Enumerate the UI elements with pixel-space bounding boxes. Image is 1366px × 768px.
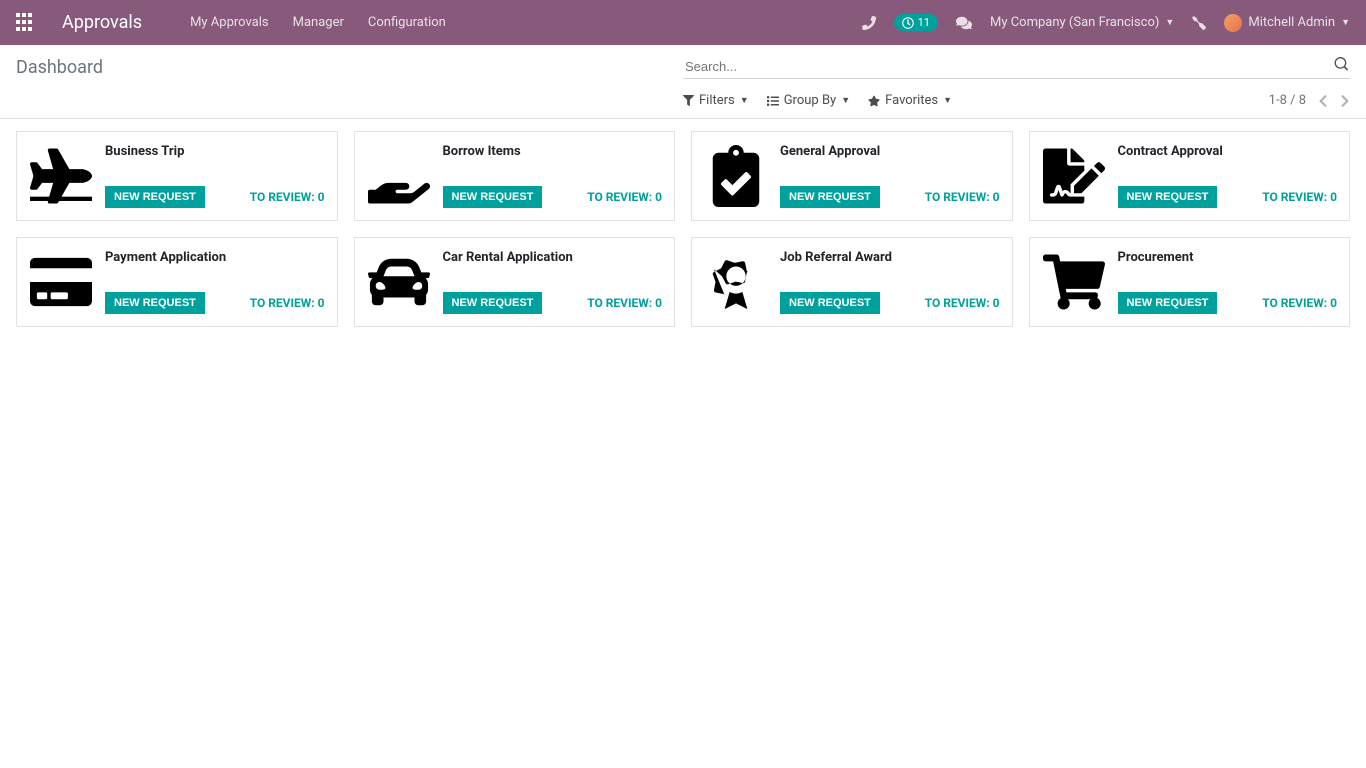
credit-card-icon xyxy=(29,250,93,314)
card-body: Business Trip New Request TO REVIEW: 0 xyxy=(105,144,325,208)
filters-label: Filters xyxy=(699,93,735,108)
card-title: General Approval xyxy=(780,144,1000,159)
filters-button[interactable]: Filters ▼ xyxy=(683,93,749,108)
card-body: Borrow Items New Request TO REVIEW: 0 xyxy=(443,144,663,208)
wrench-icon[interactable] xyxy=(1192,16,1206,30)
control-panel: Dashboard Filters ▼ Group By ▼ xyxy=(0,45,1366,119)
award-icon xyxy=(704,250,768,314)
breadcrumb: Dashboard xyxy=(16,57,683,78)
nav-right: 11 My Company (San Francisco) ▼ Mitchell… xyxy=(862,14,1350,32)
search-input[interactable] xyxy=(683,55,1350,79)
approval-card[interactable]: Car Rental Application New Request TO RE… xyxy=(354,237,676,327)
approval-card[interactable]: Payment Application New Request TO REVIE… xyxy=(16,237,338,327)
new-request-button[interactable]: New Request xyxy=(1118,186,1218,208)
new-request-button[interactable]: New Request xyxy=(780,292,880,314)
clock-icon xyxy=(902,17,914,29)
nav-manager[interactable]: Manager xyxy=(293,15,344,30)
kanban-view: Business Trip New Request TO REVIEW: 0 B… xyxy=(0,119,1366,339)
pager: 1-8 / 8 xyxy=(1269,93,1350,108)
card-title: Business Trip xyxy=(105,144,325,159)
company-switcher[interactable]: My Company (San Francisco) ▼ xyxy=(990,15,1174,30)
card-body: General Approval New Request TO REVIEW: … xyxy=(780,144,1000,208)
new-request-button[interactable]: New Request xyxy=(780,186,880,208)
chevron-down-icon: ▼ xyxy=(1341,17,1350,28)
approval-card[interactable]: Business Trip New Request TO REVIEW: 0 xyxy=(16,131,338,221)
card-body: Job Referral Award New Request TO REVIEW… xyxy=(780,250,1000,314)
apps-icon[interactable] xyxy=(16,13,36,33)
new-request-button[interactable]: New Request xyxy=(1118,292,1218,314)
to-review-link[interactable]: TO REVIEW: 0 xyxy=(925,190,1000,204)
favorites-label: Favorites xyxy=(885,93,938,108)
groupby-label: Group By xyxy=(784,93,837,108)
groupby-button[interactable]: Group By ▼ xyxy=(767,93,850,108)
new-request-button[interactable]: New Request xyxy=(105,186,205,208)
navbar: Approvals My Approvals Manager Configura… xyxy=(0,0,1366,45)
card-body: Payment Application New Request TO REVIE… xyxy=(105,250,325,314)
user-menu[interactable]: Mitchell Admin ▼ xyxy=(1224,14,1350,32)
card-title: Payment Application xyxy=(105,250,325,265)
nav-menu: My Approvals Manager Configuration xyxy=(190,15,862,30)
chevron-down-icon: ▼ xyxy=(943,95,952,106)
card-title: Borrow Items xyxy=(443,144,663,159)
card-body: Procurement New Request TO REVIEW: 0 xyxy=(1118,250,1338,314)
search-icon[interactable] xyxy=(1334,57,1348,71)
user-name: Mitchell Admin xyxy=(1248,15,1335,30)
new-request-button[interactable]: New Request xyxy=(105,292,205,314)
search-wrap xyxy=(683,55,1350,79)
cart-icon xyxy=(1042,250,1106,314)
card-title: Contract Approval xyxy=(1118,144,1338,159)
nav-configuration[interactable]: Configuration xyxy=(368,15,446,30)
chevron-down-icon: ▼ xyxy=(1165,17,1174,28)
pager-count[interactable]: 1-8 / 8 xyxy=(1269,93,1306,108)
company-name: My Company (San Francisco) xyxy=(990,15,1159,30)
pager-prev[interactable] xyxy=(1318,94,1328,108)
nav-my-approvals[interactable]: My Approvals xyxy=(190,15,269,30)
filter-group: Filters ▼ Group By ▼ Favorites ▼ xyxy=(683,93,952,108)
to-review-link[interactable]: TO REVIEW: 0 xyxy=(587,296,662,310)
hand-icon xyxy=(367,144,431,208)
chevron-down-icon: ▼ xyxy=(841,95,850,106)
to-review-link[interactable]: TO REVIEW: 0 xyxy=(250,296,325,310)
card-title: Procurement xyxy=(1118,250,1338,265)
activity-badge[interactable]: 11 xyxy=(894,14,938,31)
approval-card[interactable]: Job Referral Award New Request TO REVIEW… xyxy=(691,237,1013,327)
car-icon xyxy=(367,250,431,314)
file-signature-icon xyxy=(1042,144,1106,208)
to-review-link[interactable]: TO REVIEW: 0 xyxy=(250,190,325,204)
chevron-down-icon: ▼ xyxy=(740,95,749,106)
card-title: Car Rental Application xyxy=(443,250,663,265)
to-review-link[interactable]: TO REVIEW: 0 xyxy=(1262,296,1337,310)
plane-icon xyxy=(29,144,93,208)
new-request-button[interactable]: New Request xyxy=(443,186,543,208)
to-review-link[interactable]: TO REVIEW: 0 xyxy=(925,296,1000,310)
avatar xyxy=(1224,14,1242,32)
to-review-link[interactable]: TO REVIEW: 0 xyxy=(1262,190,1337,204)
filter-icon xyxy=(683,95,694,106)
approval-card[interactable]: Procurement New Request TO REVIEW: 0 xyxy=(1029,237,1351,327)
clipboard-check-icon xyxy=(704,144,768,208)
card-body: Car Rental Application New Request TO RE… xyxy=(443,250,663,314)
card-body: Contract Approval New Request TO REVIEW:… xyxy=(1118,144,1338,208)
favorites-button[interactable]: Favorites ▼ xyxy=(868,93,952,108)
approval-card[interactable]: Contract Approval New Request TO REVIEW:… xyxy=(1029,131,1351,221)
phone-icon[interactable] xyxy=(862,16,876,30)
activity-count: 11 xyxy=(918,16,930,29)
approval-card[interactable]: General Approval New Request TO REVIEW: … xyxy=(691,131,1013,221)
chat-icon[interactable] xyxy=(956,15,972,31)
approval-card[interactable]: Borrow Items New Request TO REVIEW: 0 xyxy=(354,131,676,221)
card-title: Job Referral Award xyxy=(780,250,1000,265)
list-icon xyxy=(767,95,779,107)
new-request-button[interactable]: New Request xyxy=(443,292,543,314)
pager-next[interactable] xyxy=(1340,94,1350,108)
to-review-link[interactable]: TO REVIEW: 0 xyxy=(587,190,662,204)
star-icon xyxy=(868,95,880,107)
app-brand[interactable]: Approvals xyxy=(62,12,142,33)
